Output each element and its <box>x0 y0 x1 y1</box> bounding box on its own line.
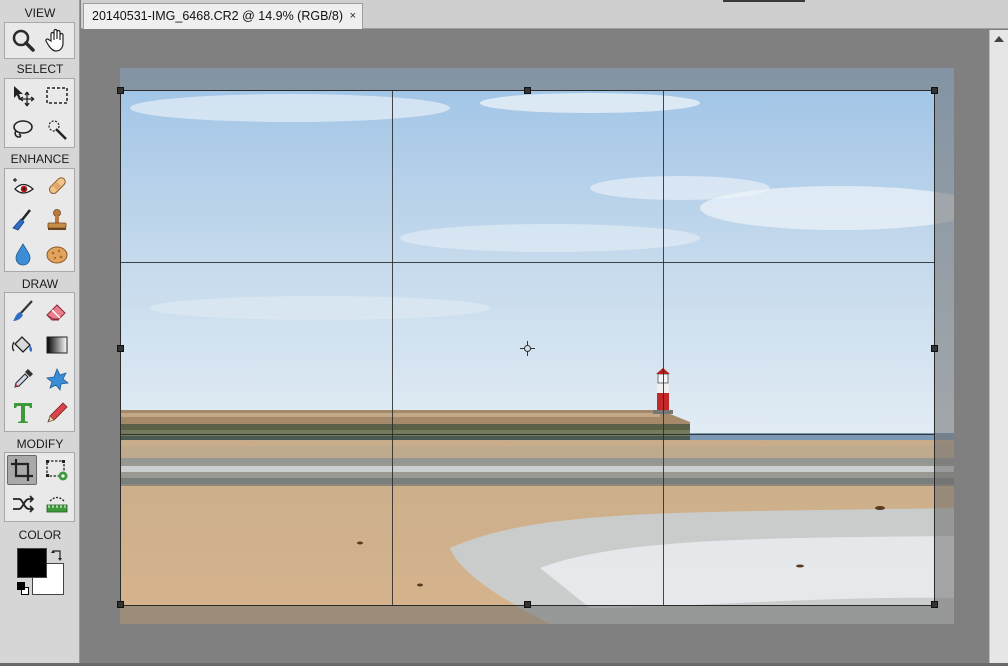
crop-handle-top[interactable] <box>524 87 531 94</box>
crop-handle-bottom[interactable] <box>524 601 531 608</box>
thirds-grid-line <box>392 91 393 605</box>
crop-handle-bottom-right[interactable] <box>931 601 938 608</box>
eraser-icon <box>46 304 66 321</box>
close-tab-icon[interactable]: × <box>350 4 356 28</box>
section-label-draw: DRAW <box>21 277 59 291</box>
document-tab[interactable]: 20140531-IMG_6468.CR2 @ 14.9% (RGB/8) × <box>83 3 363 29</box>
eraser-tool[interactable] <box>42 296 72 326</box>
lasso-tool[interactable] <box>8 115 38 145</box>
document-tab-title: 20140531-IMG_6468.CR2 @ 14.9% (RGB/8) <box>92 9 344 23</box>
paint-bucket-tool[interactable] <box>8 330 38 360</box>
foreground-color-swatch[interactable] <box>17 548 47 578</box>
shuffle-arrows-icon <box>13 495 35 513</box>
crop-handle-bottom-left[interactable] <box>117 601 124 608</box>
crop-center-crosshair-icon <box>520 341 535 356</box>
pencil-icon <box>47 402 68 423</box>
move-icon <box>14 86 35 107</box>
vertical-scrollbar[interactable] <box>989 30 1008 666</box>
thirds-grid-line <box>663 91 664 605</box>
swap-colors-icon[interactable] <box>50 548 64 562</box>
crop-icon <box>11 459 33 481</box>
crop-handle-top-right[interactable] <box>931 87 938 94</box>
rectangular-marquee-tool[interactable] <box>42 81 72 111</box>
crop-handle-top-left[interactable] <box>117 87 124 94</box>
window-edge <box>723 0 805 2</box>
paint-bucket-icon <box>11 336 33 353</box>
brush-tool[interactable] <box>8 296 38 326</box>
spot-healing-brush-tool[interactable] <box>42 171 72 201</box>
straighten-icon <box>46 496 68 513</box>
stamp-icon <box>47 209 67 230</box>
pencil-tool[interactable] <box>42 398 72 428</box>
default-colors-button[interactable] <box>17 582 25 590</box>
recompose-icon <box>46 460 68 481</box>
scroll-up-arrow-icon[interactable] <box>994 36 1004 42</box>
blur-tool[interactable] <box>8 239 38 269</box>
smart-brush-tool[interactable] <box>8 205 38 235</box>
gradient-icon <box>46 336 68 354</box>
section-label-color: COLOR <box>18 528 62 542</box>
water-drop-icon <box>15 243 31 266</box>
enhance-tools-panel <box>4 168 75 272</box>
sponge-tool[interactable] <box>42 239 72 269</box>
section-label-select: SELECT <box>16 62 64 76</box>
recompose-tool[interactable] <box>42 455 72 485</box>
crop-tool[interactable] <box>7 455 37 485</box>
shape-blob-icon <box>46 368 69 391</box>
thirds-grid-line <box>121 262 934 263</box>
zoom-tool[interactable] <box>8 25 38 55</box>
crop-shield-bottom <box>120 606 954 624</box>
hand-icon <box>45 28 64 52</box>
crop-handle-left[interactable] <box>117 345 124 352</box>
quick-selection-tool[interactable] <box>42 115 72 145</box>
move-tool[interactable] <box>8 81 38 111</box>
type-tool[interactable] <box>8 398 38 428</box>
red-eye-removal-tool[interactable] <box>8 171 38 201</box>
thirds-grid-line <box>121 434 934 435</box>
eyedropper-tool[interactable] <box>8 364 38 394</box>
toolbox: VIEW SELECT ENHANCE DRAW MODIFY COLOR <box>0 0 80 666</box>
crop-shield-top <box>120 68 954 90</box>
select-tools-panel <box>4 78 75 148</box>
clone-stamp-tool[interactable] <box>42 205 72 235</box>
section-label-view: VIEW <box>24 6 56 20</box>
draw-tools-panel <box>4 292 75 432</box>
bandage-icon <box>48 177 66 195</box>
content-aware-move-tool[interactable] <box>8 489 38 519</box>
type-t-icon <box>14 403 32 423</box>
smart-brush-icon <box>12 209 31 231</box>
hand-tool[interactable] <box>42 25 72 55</box>
document-tab-bar: 20140531-IMG_6468.CR2 @ 14.9% (RGB/8) × <box>81 0 1008 29</box>
straighten-tool[interactable] <box>42 489 72 519</box>
section-label-modify: MODIFY <box>16 437 64 451</box>
eyedropper-icon <box>14 369 33 388</box>
view-tools-panel <box>4 22 75 59</box>
section-label-enhance: ENHANCE <box>10 152 70 166</box>
lasso-icon <box>13 120 33 138</box>
eye-icon <box>13 178 35 194</box>
magic-wand-icon <box>48 120 67 140</box>
modify-tools-panel <box>4 452 75 522</box>
marquee-icon <box>46 87 68 104</box>
brush-icon <box>13 300 33 321</box>
sponge-icon <box>46 246 68 264</box>
custom-shape-tool[interactable] <box>42 364 72 394</box>
crop-handle-right[interactable] <box>931 345 938 352</box>
magnifier-icon <box>12 29 35 52</box>
gradient-tool[interactable] <box>42 330 72 360</box>
